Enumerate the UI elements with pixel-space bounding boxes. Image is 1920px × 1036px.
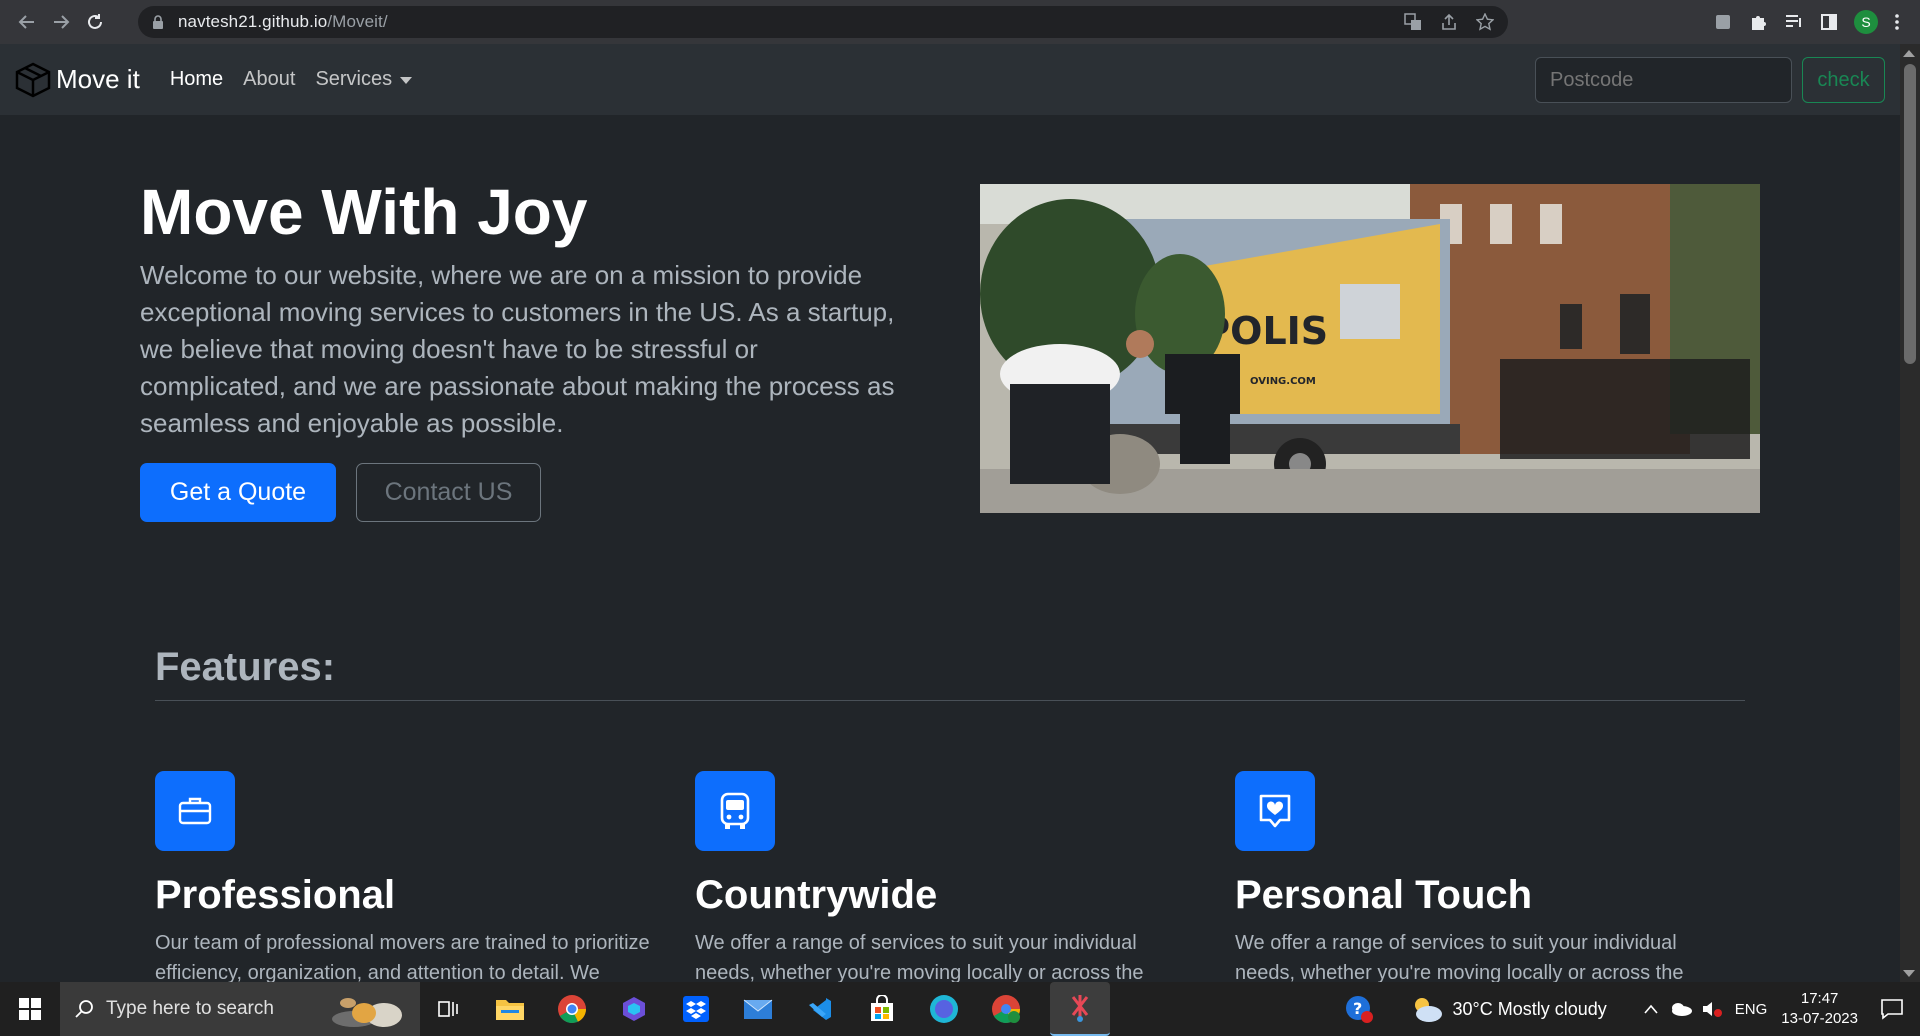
bus-icon — [695, 771, 775, 851]
features-heading: Features: — [155, 645, 336, 689]
notification-center-icon[interactable] — [1880, 998, 1904, 1020]
extension-app-icon[interactable] — [1714, 13, 1732, 31]
feature-card-professional: Professional Our team of professional mo… — [155, 771, 655, 988]
feature-title: Countrywide — [695, 873, 938, 917]
svg-text:?: ? — [1353, 999, 1362, 1018]
address-bar[interactable]: navtesh21.github.io/Moveit/ — [138, 6, 1508, 38]
feature-text: We offer a range of services to suit you… — [695, 932, 1144, 984]
lock-icon — [153, 15, 163, 29]
scroll-down-arrow-icon[interactable] — [1903, 970, 1915, 977]
url-host: navtesh21.github.io — [178, 12, 328, 31]
profile-avatar[interactable]: S — [1854, 10, 1878, 34]
windows-taskbar: Type here to search ? 30°C Mostly cloudy… — [0, 982, 1920, 1036]
check-button[interactable]: check — [1802, 57, 1885, 103]
volume-muted-icon[interactable] — [1701, 1000, 1723, 1018]
windows-start-icon[interactable] — [0, 982, 60, 1036]
taskbar-search-placeholder: Type here to search — [106, 998, 274, 1019]
share-icon[interactable] — [1440, 13, 1458, 31]
file-explorer-icon[interactable] — [492, 991, 528, 1027]
clock-time: 17:47 — [1800, 990, 1839, 1007]
onedrive-icon[interactable] — [1669, 1001, 1693, 1017]
hero-description: Welcome to our website, where we are on … — [140, 260, 895, 438]
media-queue-icon[interactable] — [1784, 12, 1804, 32]
feature-card-countrywide: Countrywide We offer a range of services… — [695, 771, 1195, 988]
canva-icon[interactable] — [926, 991, 962, 1027]
mail-icon[interactable] — [740, 991, 776, 1027]
postcode-input[interactable] — [1535, 57, 1792, 103]
chrome-icon[interactable] — [554, 991, 590, 1027]
tray-chevron-up-icon[interactable] — [1643, 1003, 1659, 1015]
feature-card-personal-touch: Personal Touch We offer a range of servi… — [1235, 771, 1735, 988]
vscode-icon[interactable] — [802, 991, 838, 1027]
feature-title: Professional — [155, 873, 396, 917]
translate-icon[interactable] — [1404, 13, 1422, 31]
nav-services-dropdown[interactable]: Services — [315, 68, 413, 91]
search-icon — [75, 1000, 93, 1018]
weather-cloud-sun-icon — [1415, 998, 1443, 1022]
forward-icon[interactable] — [46, 7, 76, 37]
briefcase-icon — [155, 771, 235, 851]
get-quote-button[interactable]: Get a Quote — [140, 463, 336, 522]
url-text: navtesh21.github.io/Moveit/ — [178, 12, 388, 32]
weather-text[interactable]: 30°C Mostly cloudy — [1452, 999, 1606, 1020]
url-path: /Moveit/ — [327, 12, 388, 31]
taskbar-search-box[interactable]: Type here to search — [60, 982, 420, 1036]
task-view-icon[interactable] — [430, 991, 466, 1027]
feature-title: Personal Touch — [1235, 873, 1533, 917]
chrome-profile-icon[interactable] — [988, 991, 1024, 1027]
nav-services: Services — [315, 68, 393, 90]
contact-us-button[interactable]: Contact US — [356, 463, 541, 522]
microsoft-store-icon[interactable] — [864, 991, 900, 1027]
search-highlight-icon — [332, 998, 402, 1027]
puzzle-icon[interactable] — [1748, 12, 1768, 32]
hero-title: Move With Joy — [140, 176, 588, 248]
truck-web-text: OVING.COM — [1250, 376, 1316, 387]
side-panel-icon[interactable] — [1820, 13, 1838, 31]
back-icon[interactable] — [12, 7, 42, 37]
reload-icon[interactable] — [80, 7, 110, 37]
clock[interactable]: 17:47 13-07-2023 — [1781, 989, 1858, 1029]
nav-home[interactable]: Home — [170, 68, 223, 91]
site-navbar: Move it Home About Services check — [0, 44, 1900, 115]
box-logo-icon — [15, 62, 51, 97]
feature-text: Our team of professional movers are trai… — [155, 932, 650, 984]
snipping-tool-icon[interactable] — [1050, 982, 1110, 1036]
help-notification-icon[interactable]: ? — [1344, 994, 1374, 1024]
nav-about[interactable]: About — [243, 68, 295, 91]
feature-text: We offer a range of services to suit you… — [1235, 932, 1684, 984]
heart-chat-icon — [1235, 771, 1315, 851]
browser-toolbar: navtesh21.github.io/Moveit/ S — [0, 0, 1920, 44]
dropbox-icon[interactable] — [678, 991, 714, 1027]
copilot-icon[interactable] — [616, 991, 652, 1027]
bookmark-star-icon[interactable] — [1476, 13, 1494, 31]
clock-date: 13-07-2023 — [1781, 1010, 1858, 1027]
kebab-menu-icon[interactable] — [1894, 13, 1900, 31]
language-indicator[interactable]: ENG — [1735, 1001, 1768, 1018]
scroll-up-arrow-icon[interactable] — [1903, 50, 1915, 57]
chevron-down-icon — [400, 77, 413, 85]
brand-link[interactable]: Move it — [14, 61, 140, 99]
brand-name: Move it — [56, 64, 140, 94]
features-divider — [155, 700, 1745, 701]
hero-moving-truck-image: OPOLIS OVING.COM — [980, 184, 1760, 513]
scroll-thumb[interactable] — [1904, 64, 1916, 364]
